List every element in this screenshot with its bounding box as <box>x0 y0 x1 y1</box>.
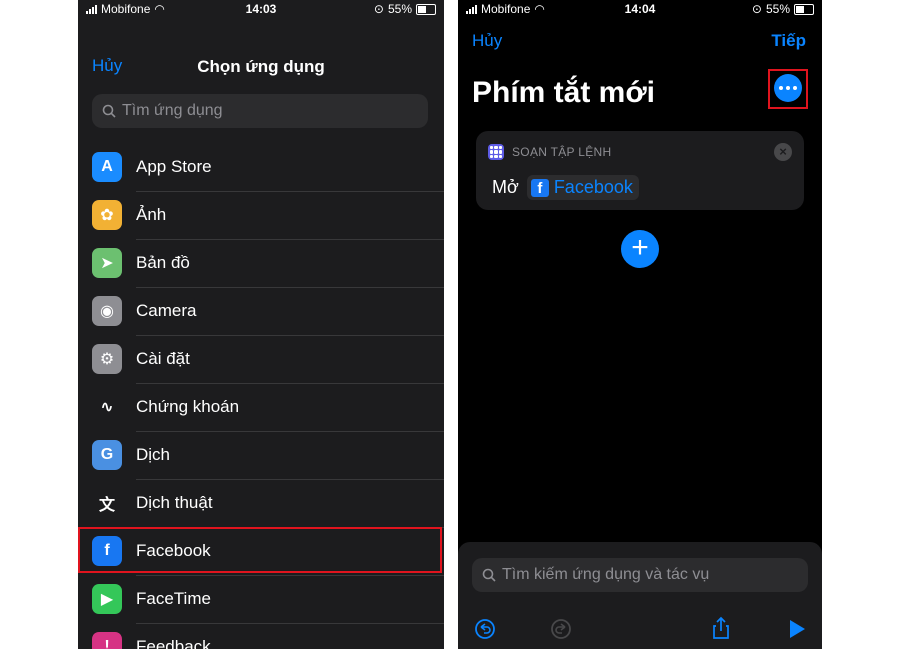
app-label: Feedback <box>136 623 444 649</box>
rotation-lock-icon: ⊙ <box>751 2 762 16</box>
status-right: ⊙ 55% <box>374 2 436 16</box>
app-row[interactable]: ▶ FaceTime <box>78 575 444 624</box>
app-label: Camera <box>136 287 444 336</box>
app-store-icon: A <box>92 152 122 182</box>
remove-action-icon[interactable]: × <box>774 143 792 161</box>
action-search-input[interactable]: Tìm kiếm ứng dụng và tác vụ <box>472 558 808 592</box>
add-action-button[interactable]: + <box>621 230 659 268</box>
app-row[interactable]: ⚙ Cài đặt <box>78 335 444 384</box>
battery-percent: 55% <box>765 2 790 16</box>
scripting-icon <box>488 144 504 160</box>
app-row[interactable]: ∿ Chứng khoán <box>78 383 444 432</box>
redo-icon[interactable] <box>550 618 572 640</box>
facebook-icon: f <box>530 178 549 197</box>
search-placeholder: Tìm kiếm ứng dụng và tác vụ <box>502 566 710 583</box>
share-icon[interactable] <box>710 616 732 640</box>
app-parameter-chip[interactable]: f Facebook <box>526 175 639 200</box>
app-label: Dịch thuật <box>136 479 444 528</box>
app-row[interactable]: ! Feedback <box>78 623 444 649</box>
app-label: Ảnh <box>136 191 444 240</box>
battery-icon <box>794 3 814 15</box>
shortcut-title[interactable]: Phím tắt mới <box>472 76 655 110</box>
app-label: App Store <box>136 143 444 192</box>
maps-icon: ➤ <box>92 248 122 278</box>
left-screen: Mobifone ◠ 14:03 ⊙ 55% Hủy Chọn ứng dụng… <box>78 0 444 649</box>
app-row[interactable]: A App Store <box>78 143 444 192</box>
status-bar: Mobifone ◠ 14:03 ⊙ 55% <box>78 0 444 18</box>
status-bar: Mobifone ◠ 14:04 ⊙ 55% <box>458 0 822 18</box>
action-card-header: SOẠN TẬP LỆNH <box>488 144 612 160</box>
next-button[interactable]: Tiếp <box>771 31 806 51</box>
app-label: Chứng khoán <box>136 383 444 432</box>
settings-icon: ⚙ <box>92 344 122 374</box>
play-icon[interactable] <box>788 619 806 639</box>
action-category: SOẠN TẬP LỆNH <box>512 145 612 159</box>
app-label: Cài đặt <box>136 335 444 384</box>
app-label: Bản đồ <box>136 239 444 288</box>
cancel-button[interactable]: Hủy <box>472 31 502 51</box>
feedback-icon: ! <box>92 632 122 649</box>
search-icon <box>102 104 116 118</box>
more-button-highlight <box>768 69 808 109</box>
camera-icon: ◉ <box>92 296 122 326</box>
app-row[interactable]: ➤ Bản đồ <box>78 239 444 288</box>
app-row[interactable]: ✿ Ảnh <box>78 191 444 240</box>
battery-icon <box>416 3 436 15</box>
translation-icon: 文 <box>92 488 122 518</box>
app-label: Dịch <box>136 431 444 480</box>
facetime-icon: ▶ <box>92 584 122 614</box>
app-label: FaceTime <box>136 575 444 624</box>
right-screen: Mobifone ◠ 14:04 ⊙ 55% Hủy Tiếp Phím tắt… <box>458 0 822 649</box>
action-body: Mở f Facebook <box>492 175 639 200</box>
status-right: ⊙ 55% <box>752 2 814 16</box>
action-panel: Tìm kiếm ứng dụng và tác vụ <box>458 542 822 649</box>
stocks-icon: ∿ <box>92 392 122 422</box>
action-verb: Mở <box>492 177 519 197</box>
action-card[interactable]: SOẠN TẬP LỆNH × Mở f Facebook <box>476 131 804 210</box>
page-title: Chọn ứng dụng <box>197 57 325 76</box>
photos-icon: ✿ <box>92 200 122 230</box>
battery-percent: 55% <box>387 2 412 16</box>
facebook-selection-highlight <box>78 527 442 573</box>
app-row[interactable]: G Dịch <box>78 431 444 480</box>
undo-icon[interactable] <box>474 618 496 640</box>
app-row[interactable]: ◉ Camera <box>78 287 444 336</box>
rotation-lock-icon: ⊙ <box>373 2 384 16</box>
translate-icon: G <box>92 440 122 470</box>
search-icon <box>482 568 496 582</box>
app-row[interactable]: 文 Dịch thuật <box>78 479 444 528</box>
app-search-input[interactable]: Tìm ứng dụng <box>92 94 428 128</box>
app-parameter-label: Facebook <box>553 177 633 197</box>
search-placeholder: Tìm ứng dụng <box>122 102 223 119</box>
